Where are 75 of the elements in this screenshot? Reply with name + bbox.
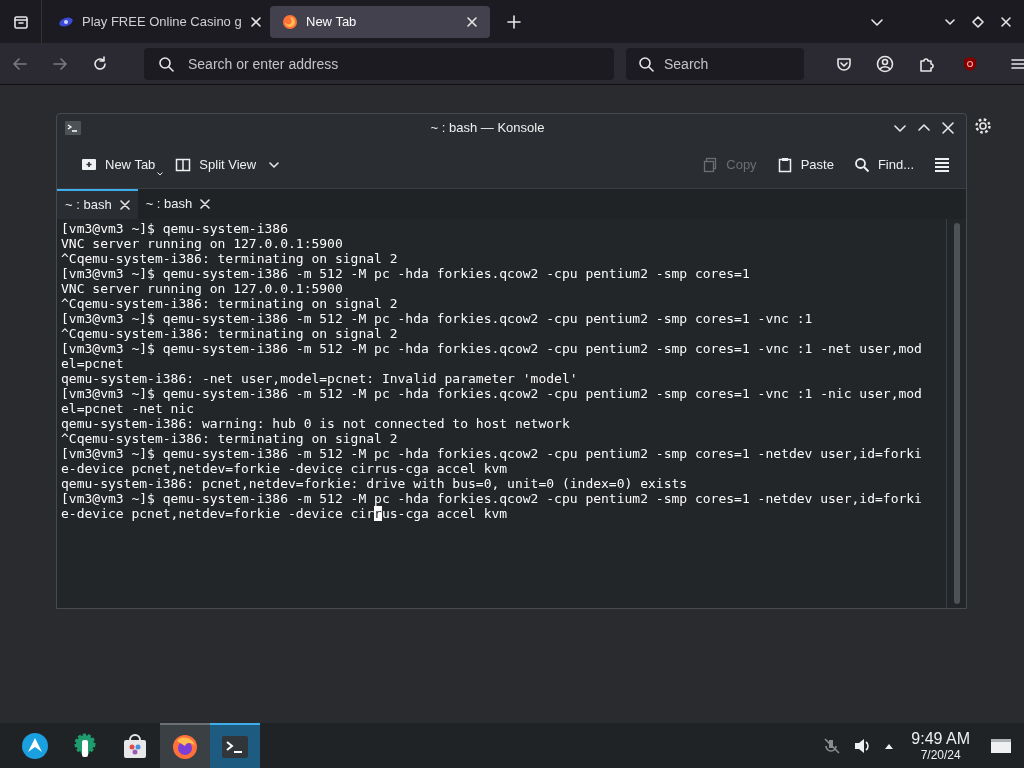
volume-icon[interactable] [853, 736, 872, 755]
minimize-icon[interactable] [894, 122, 906, 134]
clipboard-icon [776, 157, 793, 173]
terminal-icon [65, 121, 81, 135]
terminal-line: el=pcnet -net nic [61, 401, 196, 416]
toolbar-button[interactable]: Find... [845, 150, 922, 180]
terminal-line: [vm3@vm3 ~]$ qemu-system-i386 -m 512 -M pc -hda forkies.qcow2 -cpu pentium2 -smp cores=1 -vnc :1 -nic user,mod [61, 386, 923, 401]
terminal-tab[interactable]: ~ : bash [57, 189, 138, 219]
terminal-line: qemu-system-i386: warning: hub 0 is not connected to host network [61, 416, 571, 431]
menu-icon[interactable] [934, 157, 950, 173]
tab-title: Play FREE Online Casino g [82, 12, 242, 31]
tab-label: ~ : bash [65, 196, 112, 215]
close-icon[interactable] [249, 15, 262, 28]
close-icon[interactable] [200, 199, 211, 209]
terminal-line: e-device pcnet,netdev=forkie -device cirrus-cga accel kvm [61, 461, 509, 476]
terminal-line: ^Cqemu-system-i386: terminating on signal 2 [61, 251, 399, 266]
gear-icon[interactable] [974, 117, 992, 135]
firefox-icon [171, 732, 199, 761]
search-icon [158, 55, 174, 72]
tab-title: New Tab [306, 12, 358, 31]
terminal-line: [vm3@vm3 ~]$ qemu-system-i386 -m 512 -M pc -hda forkies.qcow2 -cpu pentium2 -smp cores=1 [61, 266, 751, 281]
pocket-icon[interactable] [836, 55, 852, 72]
muted-microphone-icon[interactable] [823, 736, 842, 755]
terminal-line: qemu-system-i386: pcnet,netdev=forkie: drive with bus=0, unit=0 (index=0) exists [61, 476, 689, 491]
clock-time[interactable]: 9:49 AM [911, 730, 970, 747]
shield-icon[interactable] [962, 55, 978, 72]
terminal-line: el=pcnet [61, 356, 125, 371]
clock-date[interactable]: 7/20/24 [920, 748, 961, 761]
search-field[interactable]: Search [626, 47, 804, 80]
new-tab-icon[interactable] [506, 13, 522, 30]
close-icon[interactable] [1000, 15, 1012, 28]
terminal-line: qemu-system-i386: -net user,model=pcnet: Invalid parameter 'model' [61, 371, 579, 386]
search-icon [853, 157, 870, 173]
browser-tab[interactable]: Play FREE Online Casino g [46, 5, 266, 38]
launcher-icon [21, 731, 49, 760]
terminal-line: [vm3@vm3 ~]$ qemu-system-i386 -m 512 -M pc -hda forkies.qcow2 -cpu pentium2 -smp cores=1 -netdev user,id=forki [61, 446, 923, 461]
tab-list-icon[interactable] [12, 13, 29, 30]
store-icon [121, 731, 149, 760]
desktop-icon[interactable] [990, 736, 1012, 755]
terminal-line: [vm3@vm3 ~]$ qemu-system-i386 -m 512 -M pc -hda forkies.qcow2 -cpu pentium2 -smp cores=1 -vnc :1 [61, 311, 814, 326]
account-icon[interactable] [876, 54, 894, 73]
toolbar-button[interactable]: Split View [167, 150, 289, 180]
search-icon [638, 55, 654, 72]
terminal-line: ^Cqemu-system-i386: terminating on signal 2 [61, 431, 399, 446]
firefox-icon [282, 13, 298, 30]
toolbar-button[interactable]: New Tab [73, 150, 164, 180]
toolbar-button[interactable]: Paste [768, 150, 842, 180]
reload-icon[interactable] [92, 55, 108, 72]
new-tab-icon [81, 157, 97, 173]
browser-tab[interactable]: New Tab [270, 5, 490, 38]
terminal-line: [vm3@vm3 ~]$ qemu-system-i386 -m 512 -M pc -hda forkies.qcow2 -cpu pentium2 -smp cores=1 -vnc :1 -net user,mod [61, 341, 923, 356]
terminal-tab[interactable]: ~ : bash [137, 189, 219, 219]
window-title: ~ : bash — Konsole [429, 119, 546, 138]
terminal-line: [vm3@vm3 ~]$ qemu-system-i386 [61, 221, 289, 236]
terminal-line: [vm3@vm3 ~]$ qemu-system-i386 -m 512 -M pc -hda forkies.qcow2 -cpu pentium2 -smp cores=1 -netdev user,id=forki [61, 491, 923, 506]
terminal-line: VNC server running on 127.0.0.1:5900 [61, 281, 344, 296]
chevron-down-icon [268, 159, 281, 171]
close-icon[interactable] [466, 15, 478, 28]
maximize-icon[interactable] [972, 15, 984, 28]
maximize-icon[interactable] [918, 122, 930, 134]
taskbar-button[interactable] [160, 723, 210, 768]
address-field[interactable]: Search or enter address [144, 47, 614, 80]
split-view-icon [175, 157, 192, 173]
close-icon[interactable] [942, 122, 954, 134]
terminal-line: VNC server running on 127.0.0.1:5900 [61, 236, 344, 251]
tab-label: ~ : bash [145, 195, 193, 214]
terminal-line: ^Cqemu-system-i386: terminating on signal 2 [61, 296, 399, 311]
copy-icon [702, 157, 719, 173]
forward-icon[interactable] [52, 55, 68, 72]
close-icon[interactable] [119, 200, 130, 210]
caret-icon [157, 172, 164, 176]
terminal-line: ^Cqemu-system-i386: terminating on signal 2 [61, 326, 399, 341]
puzzle-icon[interactable] [918, 55, 934, 72]
scrollbar[interactable] [953, 223, 960, 604]
back-icon[interactable] [12, 55, 28, 72]
